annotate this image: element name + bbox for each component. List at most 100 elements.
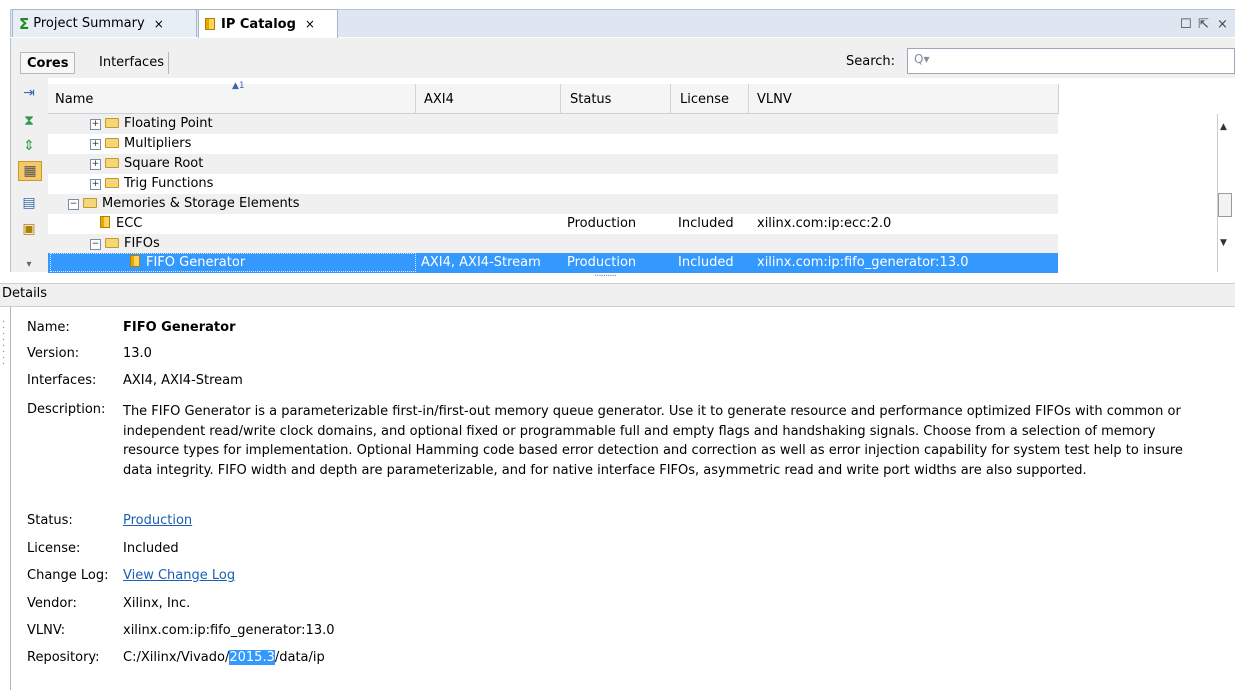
row-axi4: AXI4, AXI4-Stream [421,255,541,270]
search-label: Search: [846,54,896,69]
label-name: Name: [27,320,70,335]
collapse-toggle-icon[interactable]: − [68,199,79,210]
tree-row[interactable]: − Memories & Storage Elements [48,194,1058,214]
tree-row[interactable]: − FIFOs [48,234,1058,254]
repository-selected-text: 2015.3 [229,650,275,665]
ip-chip-icon [205,18,215,30]
row-name: ECC [116,216,143,231]
details-header [0,283,1235,307]
row-name: Square Root [124,156,204,171]
table-header [48,84,1058,114]
tree-row-selected[interactable]: FIFO Generator AXI4, AXI4-Stream Product… [48,253,1058,273]
group-by-icon[interactable]: ▤ [18,194,40,212]
details-title: Details [2,286,48,301]
column-divider[interactable] [415,84,416,114]
value-interfaces: AXI4, AXI4-Stream [123,373,243,388]
value-version: 13.0 [123,346,152,361]
column-header-license[interactable]: License [680,92,729,107]
tab-label: Project Summary [33,16,145,31]
sigma-icon: Σ [19,14,30,33]
row-name: Memories & Storage Elements [102,196,300,211]
tree-row[interactable]: ECC Production Included xilinx.com:ip:ec… [48,214,1058,234]
value-repository: C:/Xilinx/Vivado/2015.3/data/ip [123,650,325,665]
label-license: License: [27,541,81,556]
close-icon[interactable]: × [1217,17,1228,32]
close-tab-icon[interactable]: × [154,17,164,31]
search-input[interactable] [907,48,1235,74]
more-icon[interactable]: ▾ [18,256,40,274]
interfaces-tab-button[interactable]: Interfaces [95,52,169,74]
expand-toggle-icon[interactable]: + [90,119,101,130]
folder-icon [83,198,97,208]
collapse-all-icon[interactable]: ⧗ [18,112,40,130]
column-header-axi4[interactable]: AXI4 [424,92,454,107]
customize-ip-icon[interactable]: ▣ [18,220,40,238]
resize-grip-icon[interactable]: · · · · · · · · [2,318,5,370]
row-name: Trig Functions [124,176,214,191]
status-link[interactable]: Production [123,513,192,528]
tree-row[interactable]: + Multipliers [48,134,1058,154]
value-license: Included [123,541,179,556]
label-interfaces: Interfaces: [27,373,97,388]
expand-all-icon[interactable]: ⇕ [18,137,40,155]
row-status: Production [567,216,637,231]
value-vlnv: xilinx.com:ip:fifo_generator:13.0 [123,623,335,638]
collapse-toggle-icon[interactable]: − [90,239,101,250]
splitter-grip-icon[interactable]: ·········· [594,271,617,282]
close-tab-icon[interactable]: × [305,17,315,31]
expand-pane-icon[interactable]: ⇥ [18,84,40,102]
tab-project-summary[interactable]: Σ Project Summary × [12,9,197,37]
folder-icon [105,138,119,148]
repository-prefix: C:/Xilinx/Vivado/ [123,650,230,665]
filter-toggle-icon[interactable]: ▦ [18,161,42,181]
search-icon[interactable]: Q▾ [914,52,929,66]
label-version: Version: [27,346,80,361]
tree-row[interactable]: + Floating Point [48,114,1058,134]
tab-ip-catalog[interactable]: IP Catalog × [198,9,338,38]
label-vlnv: VLNV: [27,623,66,638]
expand-toggle-icon[interactable]: + [90,159,101,170]
label-description: Description: [27,402,106,417]
float-icon[interactable]: ⇱ [1198,17,1209,32]
folder-icon [105,118,119,128]
folder-icon [105,178,119,188]
folder-icon [105,158,119,168]
row-name: Multipliers [124,136,192,151]
maximize-icon[interactable]: ☐ [1180,17,1192,32]
column-header-status[interactable]: Status [570,92,611,107]
repository-suffix: /data/ip [274,650,325,665]
scroll-up-icon[interactable]: ▲ [1220,122,1227,132]
column-divider[interactable] [748,84,749,114]
scroll-thumb[interactable] [1218,193,1232,217]
label-status: Status: [27,513,73,528]
label-vendor: Vendor: [27,596,77,611]
row-license: Included [678,255,734,270]
ip-chip-icon [130,255,140,267]
column-divider[interactable] [560,84,561,114]
label-repository: Repository: [27,650,100,665]
ip-chip-icon [100,216,110,228]
row-name: FIFO Generator [146,255,246,270]
column-header-name[interactable]: Name [55,92,93,107]
row-name: Floating Point [124,116,213,131]
cores-tab-button[interactable]: Cores [20,52,76,74]
row-vlnv: xilinx.com:ip:fifo_generator:13.0 [757,255,969,270]
label-changelog: Change Log: [27,568,109,583]
expand-toggle-icon[interactable]: + [90,179,101,190]
sort-indicator: ▲1 [232,81,245,91]
tree-row[interactable]: + Trig Functions [48,174,1058,194]
row-license: Included [678,216,734,231]
value-description: The FIFO Generator is a parameterizable … [123,404,1183,478]
value-name: FIFO Generator [123,320,236,335]
tree-row[interactable]: + Square Root [48,154,1058,174]
view-change-log-link[interactable]: View Change Log [123,568,235,583]
folder-icon [105,238,119,248]
column-divider[interactable] [670,84,671,114]
scroll-down-icon[interactable]: ▼ [1220,238,1227,248]
column-header-vlnv[interactable]: VLNV [757,92,792,107]
expand-toggle-icon[interactable]: + [90,139,101,150]
row-status: Production [567,255,637,270]
tab-label: IP Catalog [221,16,296,32]
column-divider[interactable] [1058,84,1059,114]
row-vlnv: xilinx.com:ip:ecc:2.0 [757,216,892,231]
